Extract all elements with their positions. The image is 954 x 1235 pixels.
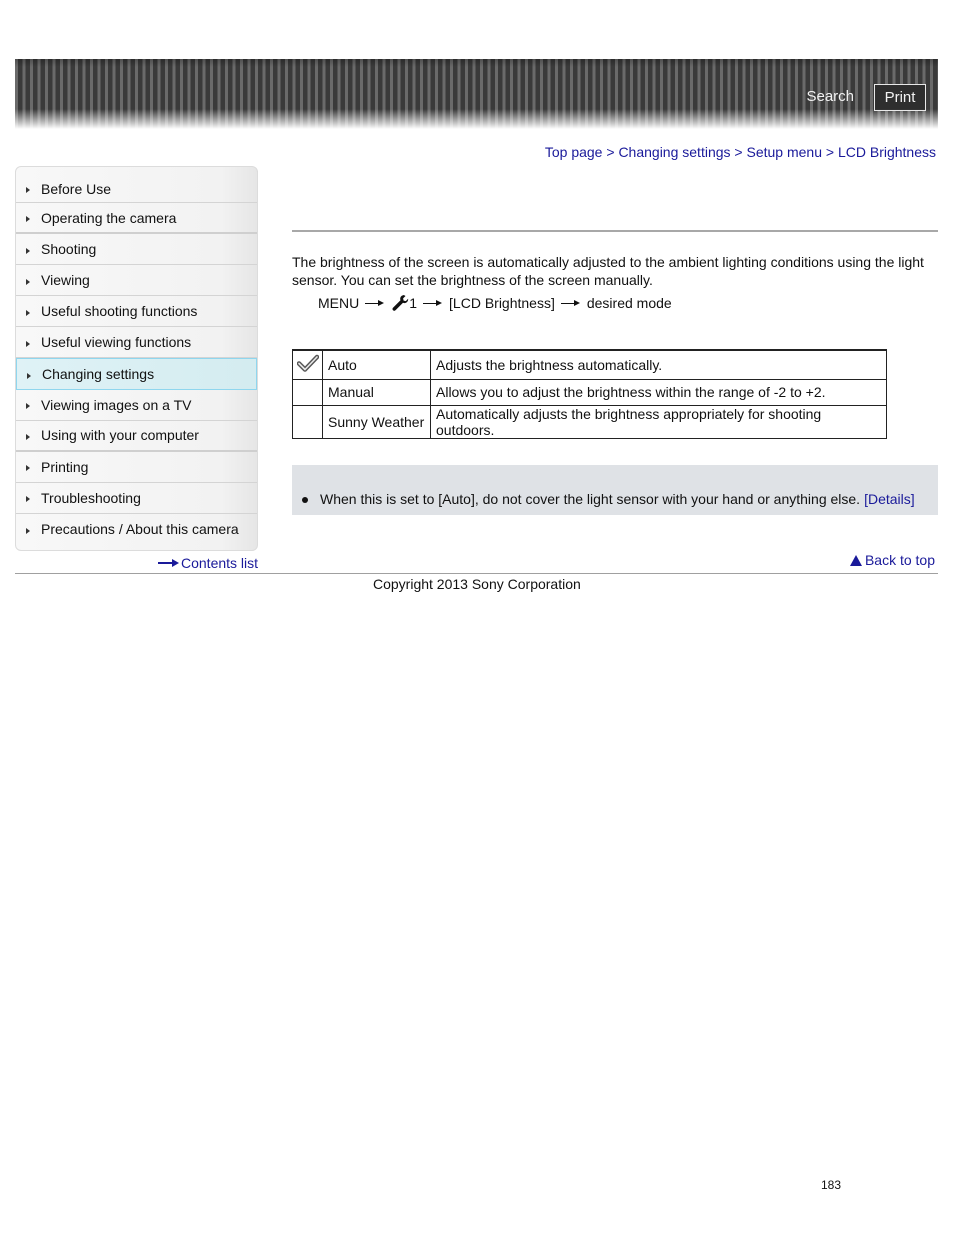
sidebar-item-printing[interactable]: Printing — [16, 452, 257, 483]
search-link[interactable]: Search — [806, 88, 854, 105]
print-button[interactable]: Print — [874, 84, 926, 111]
default-indicator-cell — [292, 378, 323, 406]
details-link[interactable]: [Details] — [864, 491, 915, 507]
sidebar-item-viewing[interactable]: Viewing — [16, 265, 257, 297]
sidebar-item-precautions[interactable]: Precautions / About this camera — [16, 514, 257, 545]
menu-item-label: [LCD Brightness] — [449, 295, 555, 311]
triangle-right-icon — [26, 433, 30, 440]
sidebar-item-label: Troubleshooting — [41, 489, 141, 506]
note-box: When this is set to [Auto], do not cover… — [292, 465, 938, 515]
triangle-right-icon — [26, 340, 30, 347]
sidebar-item-label: Useful viewing functions — [41, 334, 192, 351]
triangle-right-icon — [27, 372, 31, 379]
breadcrumb-setup-menu[interactable]: Setup menu — [746, 144, 822, 160]
sidebar-item-label: Before Use — [41, 180, 112, 197]
setting-description: Automatically adjusts the brightness app… — [430, 404, 887, 439]
sidebar-item-using-with-your-computer[interactable]: Using with your computer — [16, 421, 257, 452]
sidebar-item-label: Operating the camera — [41, 209, 177, 226]
triangle-right-icon — [26, 278, 30, 285]
default-indicator-cell — [292, 404, 323, 439]
arrow-right-icon — [560, 299, 581, 307]
setting-description: Adjusts the brightness automatically. — [430, 349, 887, 380]
back-to-top-link[interactable]: Back to top — [849, 552, 935, 568]
contents-list-link[interactable]: Contents list — [158, 555, 258, 571]
sidebar-item-label: Printing — [41, 458, 89, 475]
sidebar-item-label: Viewing — [41, 272, 90, 289]
sidebar-item-label: Using with your computer — [41, 427, 199, 444]
menu-label: MENU — [318, 295, 360, 311]
checkmark-icon — [296, 355, 319, 375]
bullet-icon — [302, 496, 308, 503]
breadcrumb-separator: > — [606, 144, 615, 160]
sidebar-item-changing-settings[interactable]: Changing settings — [16, 358, 257, 390]
triangle-right-icon — [26, 216, 30, 223]
table-row: Auto Adjusts the brightness automaticall… — [292, 349, 887, 380]
sidebar-item-label: Viewing images on a TV — [41, 396, 192, 413]
triangle-right-icon — [26, 247, 30, 254]
triangle-right-icon — [26, 527, 30, 534]
triangle-right-icon — [26, 187, 30, 193]
wrench-icon — [391, 294, 409, 312]
menu-path: MENU 1 [LCD Brightness] desired mode — [318, 294, 672, 312]
sidebar-item-shooting[interactable]: Shooting — [16, 234, 257, 266]
arrow-right-icon — [365, 299, 385, 307]
setup-number: 1 — [409, 295, 418, 311]
header-bar: Search Print — [15, 59, 938, 129]
sidebar-nav: Before Use Operating the camera Shooting… — [15, 166, 258, 551]
sidebar-item-operating-the-camera[interactable]: Operating the camera — [16, 203, 257, 235]
sidebar-item-useful-shooting-functions[interactable]: Useful shooting functions — [16, 296, 257, 328]
setting-name: Sunny Weather — [322, 404, 431, 439]
breadcrumb-changing-settings[interactable]: Changing settings — [618, 144, 730, 160]
breadcrumb-lcd-brightness[interactable]: LCD Brightness — [838, 144, 936, 160]
arrow-right-icon — [158, 559, 180, 567]
sidebar-item-label: Changing settings — [42, 366, 155, 383]
sidebar-item-viewing-images-on-a-tv[interactable]: Viewing images on a TV — [16, 390, 257, 421]
triangle-up-icon — [849, 554, 862, 566]
menu-final-label: desired mode — [586, 295, 672, 311]
copyright: Copyright 2013 Sony Corporation — [373, 576, 581, 592]
footer-divider — [15, 573, 938, 574]
sidebar-item-useful-viewing-functions[interactable]: Useful viewing functions — [16, 327, 257, 359]
sidebar-item-label: Precautions / About this camera — [41, 521, 239, 538]
setting-description: Allows you to adjust the brightness with… — [430, 378, 887, 406]
back-to-top-label: Back to top — [864, 552, 935, 568]
table-row: Sunny Weather Automatically adjusts the … — [292, 404, 887, 439]
setting-name: Manual — [322, 378, 431, 406]
note-text: When this is set to [Auto], do not cover… — [320, 491, 861, 507]
breadcrumb-separator: > — [734, 144, 743, 160]
triangle-right-icon — [26, 465, 30, 472]
triangle-right-icon — [26, 496, 30, 503]
contents-list-label: Contents list — [181, 555, 259, 571]
setting-name: Auto — [322, 349, 431, 380]
page-number: 183 — [821, 1178, 842, 1192]
breadcrumb-top-page[interactable]: Top page — [545, 144, 603, 160]
breadcrumb-separator: > — [825, 144, 835, 160]
sidebar-item-troubleshooting[interactable]: Troubleshooting — [16, 483, 257, 514]
sidebar-item-label: Useful shooting functions — [41, 303, 198, 320]
settings-table: Auto Adjusts the brightness automaticall… — [292, 349, 887, 439]
note-item: When this is set to [Auto], do not cover… — [302, 491, 915, 507]
intro-paragraph: The brightness of the screen is automati… — [292, 254, 924, 288]
title-divider — [292, 230, 938, 232]
sidebar-item-before-use[interactable]: Before Use — [16, 167, 257, 203]
triangle-right-icon — [26, 309, 30, 316]
triangle-right-icon — [26, 403, 30, 410]
breadcrumb: Top page > Changing settings > Setup men… — [545, 144, 936, 160]
sidebar-item-label: Shooting — [41, 241, 97, 258]
table-row: Manual Allows you to adjust the brightne… — [292, 378, 887, 406]
default-indicator-cell — [292, 349, 323, 380]
arrow-right-icon — [423, 299, 443, 307]
